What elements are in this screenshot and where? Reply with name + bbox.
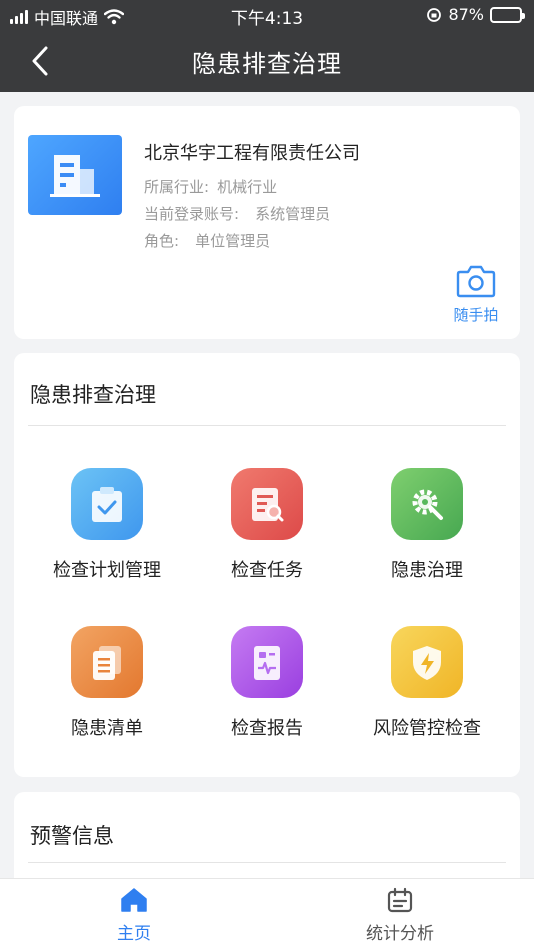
module-icon-tile [71, 626, 143, 698]
snapshot-label: 随手拍 [453, 306, 499, 324]
report-icon [254, 646, 280, 680]
account-value: 系统管理员 [255, 205, 331, 223]
module-card: 隐患排查治理 检查计划管理 检查任务 隐患治理 隐患清单 检查报告 风险管控检查 [14, 353, 520, 777]
shield-bolt-icon [413, 646, 441, 680]
snapshot-button[interactable]: 随手拍 [446, 264, 506, 325]
role-value: 单位管理员 [195, 232, 271, 250]
industry-row: 所属行业: 机械行业 [144, 176, 277, 197]
building-icon [50, 155, 100, 197]
role-label: 角色: [144, 232, 180, 250]
module-title: 隐患排查治理 [30, 383, 156, 407]
home-icon [121, 888, 147, 912]
inspection-task-button[interactable]: 检查任务 [183, 468, 351, 582]
battery-percent: 87% [448, 5, 484, 24]
warning-divider [28, 862, 506, 863]
module-label: 检查任务 [231, 560, 303, 581]
company-logo [28, 135, 122, 215]
role-row: 角色: 单位管理员 [144, 230, 270, 251]
industry-label: 所属行业: [144, 178, 210, 196]
tab-statistics[interactable]: 统计分析 [300, 887, 500, 944]
documents-icon [93, 646, 121, 680]
warning-title: 预警信息 [30, 824, 114, 848]
calendar-icon [387, 887, 413, 913]
module-label: 检查报告 [231, 718, 303, 739]
tab-home[interactable]: 主页 [34, 887, 234, 944]
module-icon-tile [231, 626, 303, 698]
risk-control-check-button[interactable]: 风险管控检查 [343, 626, 511, 740]
page-title: 隐患排查治理 [192, 50, 342, 78]
hazard-governance-button[interactable]: 隐患治理 [343, 468, 511, 582]
document-search-icon [252, 488, 284, 522]
inspection-report-button[interactable]: 检查报告 [183, 626, 351, 740]
account-label: 当前登录账号: [144, 205, 240, 223]
industry-value: 机械行业 [217, 178, 278, 196]
company-card: 北京华宇工程有限责任公司 所属行业: 机械行业 当前登录账号: 系统管理员 角色: 单… [14, 106, 520, 339]
status-bar: 中国联通 下午4:13 87% [0, 0, 534, 30]
hazard-list-button[interactable]: 隐患清单 [23, 626, 191, 740]
account-row: 当前登录账号: 系统管理员 [144, 203, 330, 224]
tab-bar: 主页 统计分析 [0, 878, 534, 950]
battery-icon [490, 6, 525, 23]
status-right: 87% [426, 5, 525, 24]
gear-wrench-icon [412, 489, 443, 520]
module-label: 隐患清单 [71, 718, 143, 739]
module-divider [28, 425, 506, 426]
module-icon-tile [71, 468, 143, 540]
module-icon-tile [391, 468, 463, 540]
rotation-lock-icon [427, 7, 442, 22]
camera-icon [456, 265, 496, 298]
nav-bar: 隐患排查治理 [0, 30, 534, 92]
top-bar: 中国联通 下午4:13 87% 隐患排查治理 [0, 0, 534, 92]
module-icon-tile [391, 626, 463, 698]
clipboard-check-icon [92, 487, 122, 522]
plan-management-button[interactable]: 检查计划管理 [23, 468, 191, 582]
module-label: 风险管控检查 [373, 718, 481, 739]
tab-statistics-label: 统计分析 [366, 924, 434, 944]
module-label: 隐患治理 [391, 560, 463, 581]
module-label: 检查计划管理 [53, 560, 161, 581]
tab-home-label: 主页 [117, 924, 151, 944]
module-icon-tile [231, 468, 303, 540]
company-name: 北京华宇工程有限责任公司 [144, 143, 360, 164]
